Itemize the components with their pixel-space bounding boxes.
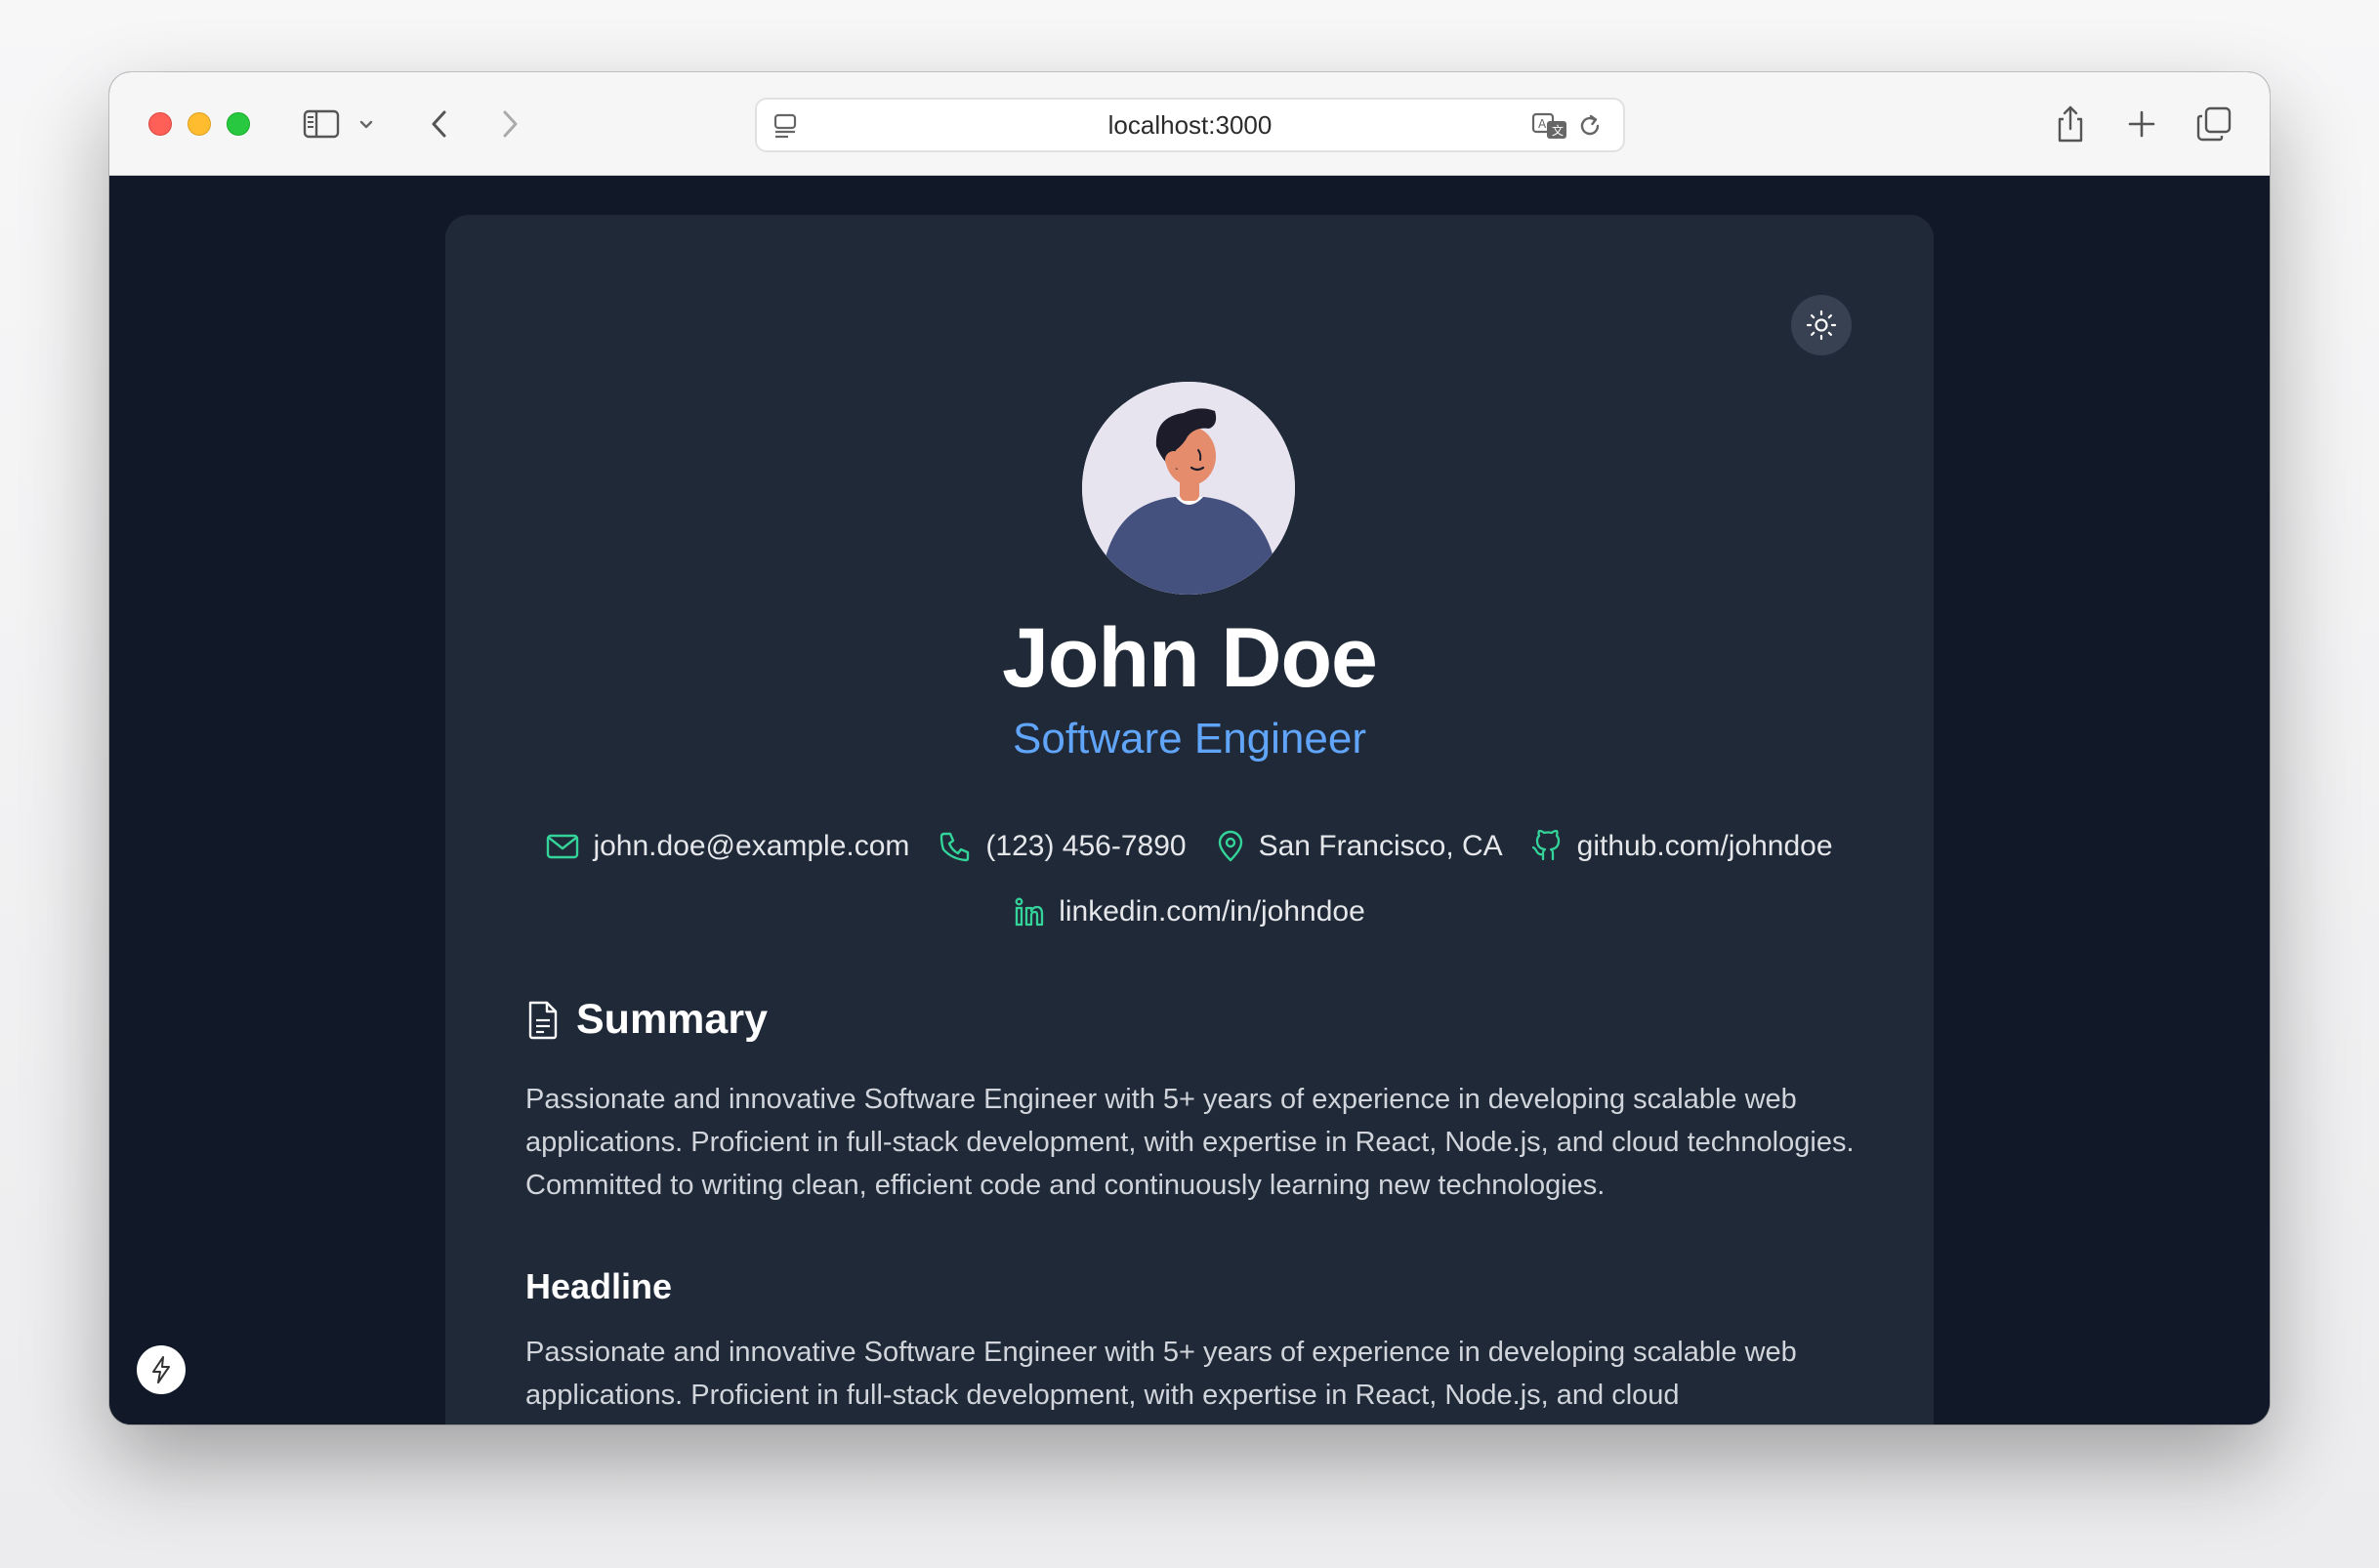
contact-location-text: San Francisco, CA <box>1258 830 1503 862</box>
linkedin-icon <box>1015 897 1044 927</box>
mail-icon <box>547 834 579 859</box>
forward-arrow-icon[interactable] <box>494 105 525 143</box>
back-arrow-icon[interactable] <box>424 105 455 143</box>
contact-github-text: github.com/johndoe <box>1576 830 1833 862</box>
browser-window: localhost:3000 A文 John Doe Software Engi… <box>109 72 2270 1424</box>
document-icon <box>528 1001 558 1039</box>
github-icon <box>1531 830 1560 861</box>
map-pin-icon <box>1218 830 1242 862</box>
tab-overview-icon[interactable] <box>2193 103 2234 144</box>
contact-location: San Francisco, CA <box>1216 830 1503 863</box>
translate-icon[interactable]: A文 <box>1530 109 1569 143</box>
profile-name: John Doe <box>1002 611 1378 705</box>
sidebar-toggle-icon[interactable] <box>301 105 342 143</box>
minimize-window-button[interactable] <box>188 112 211 136</box>
desktop-background: localhost:3000 A文 John Doe Software Engi… <box>0 0 2379 1568</box>
resume-card: John Doe Software Engineer john.doe@exam… <box>445 215 1934 1424</box>
reload-icon[interactable] <box>1575 111 1605 141</box>
contact-email[interactable]: john.doe@example.com <box>546 830 909 863</box>
phone-icon <box>940 832 970 862</box>
contact-linkedin-text: linkedin.com/in/johndoe <box>1059 895 1365 928</box>
headline-text: Passionate and innovative Software Engin… <box>525 1337 1797 1411</box>
headline-heading: Headline <box>525 1266 673 1306</box>
avatar <box>1082 382 1295 595</box>
zoom-window-button[interactable] <box>227 112 250 136</box>
lightning-bolt-icon <box>152 1356 170 1383</box>
chevron-down-icon[interactable] <box>355 115 377 135</box>
summary-text: Passionate and innovative Software Engin… <box>525 1084 1855 1201</box>
theme-toggle-button[interactable] <box>1791 295 1852 355</box>
svg-text:A: A <box>1538 117 1547 131</box>
svg-text:文: 文 <box>1552 123 1564 138</box>
share-icon[interactable] <box>2051 102 2090 146</box>
sun-icon <box>1806 309 1837 341</box>
contact-email-text: john.doe@example.com <box>593 830 910 862</box>
summary-heading: Summary <box>525 996 768 1044</box>
close-window-button[interactable] <box>148 112 172 136</box>
summary-heading-text: Summary <box>576 996 768 1043</box>
contact-row-2: linkedin.com/in/johndoe <box>445 895 1934 928</box>
contact-phone[interactable]: (123) 456-7890 <box>939 830 1187 863</box>
dev-tools-button[interactable] <box>137 1345 186 1394</box>
contact-github[interactable]: github.com/johndoe <box>1531 830 1833 863</box>
contact-row: john.doe@example.com (123) 456-7890 San … <box>445 830 1934 863</box>
address-bar[interactable]: localhost:3000 A文 <box>755 98 1625 152</box>
contact-linkedin[interactable]: linkedin.com/in/johndoe <box>1014 895 1365 928</box>
contact-phone-text: (123) 456-7890 <box>985 830 1187 862</box>
browser-toolbar: localhost:3000 A文 <box>109 72 2270 176</box>
url-text[interactable]: localhost:3000 <box>757 100 1623 150</box>
profile-title: Software Engineer <box>1013 715 1366 763</box>
page-viewport: John Doe Software Engineer john.doe@exam… <box>109 176 2270 1424</box>
new-tab-plus-icon[interactable] <box>2123 105 2160 143</box>
